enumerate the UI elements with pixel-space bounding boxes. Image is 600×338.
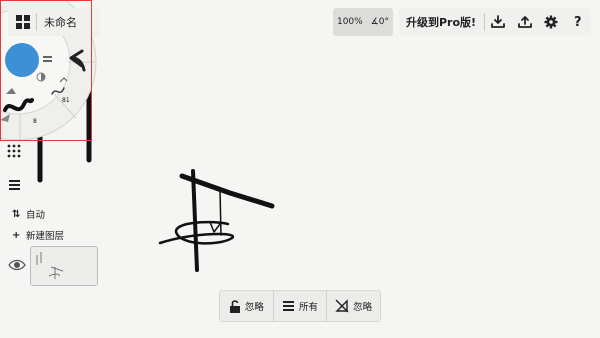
color-swatch[interactable] bbox=[5, 43, 39, 77]
vertical-stroke bbox=[191, 169, 199, 272]
ruler-toggle-label: 忽略 bbox=[353, 302, 373, 313]
download-icon[interactable] bbox=[485, 8, 512, 36]
document-title: 未命名 bbox=[44, 16, 77, 29]
upload-icon[interactable] bbox=[511, 8, 538, 36]
ruler-toggle[interactable]: 忽略 bbox=[327, 291, 380, 321]
main-toolbar: 升级到Pro版! ? bbox=[399, 8, 591, 36]
bottom-toolbar: 忽略 所有 忽略 bbox=[219, 290, 381, 322]
brush-size-label: 8 bbox=[33, 118, 37, 125]
layers-stack-icon bbox=[283, 301, 294, 311]
new-layer-label: 新建图层 bbox=[26, 231, 65, 242]
upgrade-button[interactable]: 升级到Pro版! bbox=[399, 14, 484, 30]
blend-mode-row[interactable]: ⇅ 自动 bbox=[12, 207, 46, 222]
layers-icon[interactable] bbox=[6, 178, 22, 192]
gear-icon[interactable] bbox=[538, 8, 565, 36]
layer-thumbnail[interactable] bbox=[30, 246, 98, 286]
document-title-bar[interactable]: 未命名 bbox=[8, 8, 100, 36]
thin-vertical-stroke bbox=[219, 189, 222, 236]
lock-toggle[interactable]: 忽略 bbox=[220, 291, 273, 321]
unlock-icon bbox=[229, 299, 240, 313]
dot-grid-icon[interactable] bbox=[6, 143, 22, 159]
sort-arrows-icon: ⇅ bbox=[12, 208, 21, 220]
help-icon[interactable]: ? bbox=[565, 8, 592, 36]
rotation-readout: ∡0° bbox=[370, 17, 389, 27]
opacity-label: 81 bbox=[62, 97, 70, 104]
plus-icon: + bbox=[12, 229, 21, 241]
rotation-value: 0° bbox=[378, 17, 389, 27]
layer-scope-toggle[interactable]: 所有 bbox=[274, 291, 327, 321]
lock-toggle-label: 忽略 bbox=[244, 302, 264, 313]
view-readout[interactable]: 100% ∡0° bbox=[333, 8, 393, 36]
blend-mode-label: 自动 bbox=[26, 210, 46, 221]
new-layer-row[interactable]: + 新建图层 bbox=[12, 228, 65, 243]
eye-icon[interactable] bbox=[8, 258, 26, 272]
apps-grid-icon[interactable] bbox=[16, 15, 30, 29]
layer-scope-label: 所有 bbox=[299, 302, 319, 313]
ruler-slash-icon bbox=[335, 299, 349, 313]
layer-preview bbox=[36, 252, 64, 279]
title-divider bbox=[36, 13, 37, 31]
zoom-level: 100% bbox=[336, 17, 363, 27]
